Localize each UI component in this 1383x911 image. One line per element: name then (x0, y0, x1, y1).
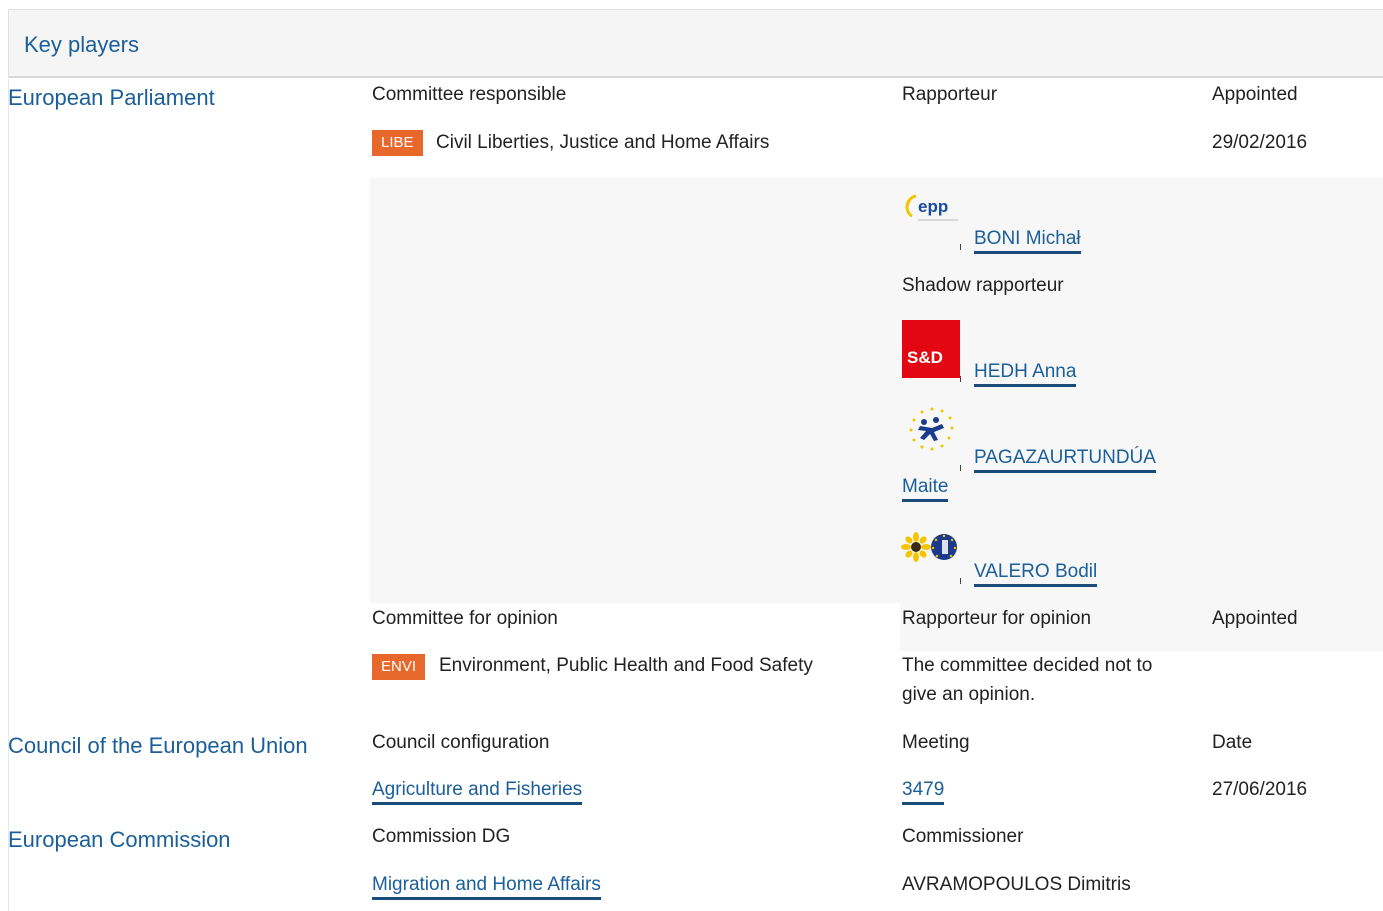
svg-text:epp: epp (918, 197, 948, 216)
council-configuration-link[interactable]: Agriculture and Fisheries (372, 779, 583, 805)
opinion-note-line2: give an opinion. (902, 684, 1036, 705)
meeting-link[interactable]: 3479 (902, 779, 945, 805)
shadow-link-valero[interactable]: VALERO Bodil (974, 561, 1098, 587)
col-header-council-configuration: Council configuration (372, 732, 550, 753)
s-and-d-logo-icon: S&D (902, 320, 960, 378)
col-header-appointed: Appointed (1212, 84, 1298, 105)
tick (960, 578, 961, 584)
institution-council[interactable]: Council of the European Union (8, 733, 308, 759)
commissioner-name: AVRAMOPOULOS Dimitris (902, 874, 1131, 895)
opinion-note: The committee decided not to (902, 655, 1153, 676)
greens-efa-logo-icon (900, 532, 962, 562)
key-players-header: Key players (8, 9, 1383, 78)
committee-name-libe: Civil Liberties, Justice and Home Affair… (436, 132, 770, 153)
tick (960, 244, 961, 250)
committee-badge-envi: ENVI (372, 654, 426, 680)
col-header-commission-dg: Commission DG (372, 826, 511, 847)
institution-european-commission[interactable]: European Commission (8, 827, 231, 853)
rapporteur-link-boni[interactable]: BONI Michał (974, 228, 1081, 254)
left-border (8, 79, 9, 911)
shadow-rapporteur-label: Shadow rapporteur (902, 275, 1064, 296)
alde-logo-icon (902, 404, 962, 462)
tick (960, 465, 961, 471)
shadow-link-hedh[interactable]: HEDH Anna (974, 361, 1077, 387)
meeting-date: 27/06/2016 (1212, 779, 1308, 800)
col-header-meeting: Meeting (902, 732, 970, 753)
col-header-opinion-appointed: Appointed (1212, 608, 1298, 629)
appointed-date: 29/02/2016 (1212, 132, 1308, 153)
col-header-rapporteur-opinion: Rapporteur for opinion (902, 608, 1092, 629)
tick (960, 376, 961, 382)
col-header-committee-responsible: Committee responsible (372, 84, 567, 105)
col-header-date: Date (1212, 732, 1253, 753)
col-header-rapporteur: Rapporteur (902, 84, 998, 105)
institution-european-parliament[interactable]: European Parliament (8, 85, 215, 111)
committee-badge-libe: LIBE (372, 130, 423, 156)
shadow-link-pagazaurtundua[interactable]: PAGAZAURTUNDÚA (974, 447, 1156, 473)
shadow-link-pagazaurtundua-line2[interactable]: Maite (902, 476, 949, 502)
commission-dg-link[interactable]: Migration and Home Affairs (372, 874, 601, 900)
section-title: Key players (24, 32, 139, 57)
epp-logo-icon: epp (902, 186, 962, 234)
col-header-committee-opinion: Committee for opinion (372, 608, 558, 629)
committee-name-envi: Environment, Public Health and Food Safe… (439, 655, 813, 676)
col-header-commissioner: Commissioner (902, 826, 1024, 847)
